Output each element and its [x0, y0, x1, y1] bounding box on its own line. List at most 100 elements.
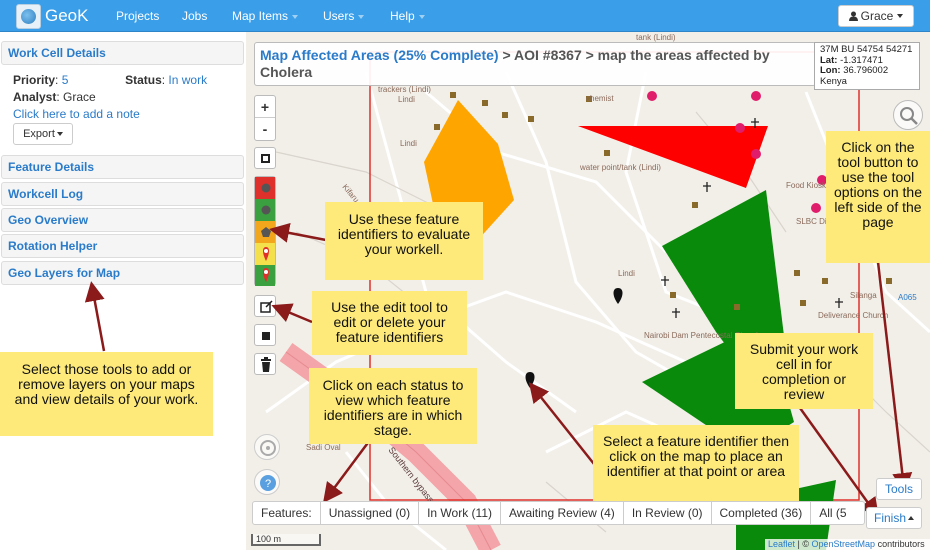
note-layers: Select those tools to add or remove laye…	[0, 352, 213, 436]
help-icon[interactable]: ?	[254, 469, 280, 495]
nav-projects[interactable]: Projects	[116, 9, 159, 23]
nav-users[interactable]: Users	[323, 9, 365, 23]
chevron-down-icon	[358, 14, 365, 19]
red-feature	[578, 126, 768, 188]
status-label: Status	[125, 73, 162, 87]
geo-layers-header[interactable]: Geo Layers for Map	[1, 261, 244, 285]
tools-button[interactable]: Tools	[876, 478, 922, 500]
note-tools: Click on the tool button to use the tool…	[826, 131, 930, 263]
chevron-down-icon	[897, 14, 904, 18]
analyst-row: Analyst: Grace	[13, 90, 96, 104]
left-panel: Work Cell Details Priority: 5 Status: In…	[0, 32, 246, 550]
brand[interactable]: GeoK	[16, 3, 88, 29]
status-in-review[interactable]: In Review (0)	[624, 502, 712, 524]
chevron-down-icon	[56, 132, 63, 136]
map-label-tank-top: tank (Lindi)	[636, 33, 676, 42]
finish-button[interactable]: Finish	[866, 507, 922, 529]
crosshair-icon[interactable]	[254, 434, 280, 460]
map-label-lindi-2: Lindi	[400, 139, 417, 148]
finish-label: Finish	[873, 511, 906, 525]
map-marker-icon[interactable]	[255, 199, 275, 221]
export-button[interactable]: Export	[13, 123, 73, 145]
map-marker-icon[interactable]	[255, 243, 275, 265]
attribution-separator: | ©	[795, 539, 812, 549]
workcell-log-header[interactable]: Workcell Log	[1, 182, 244, 206]
note-status: Click on each status to view which featu…	[309, 368, 477, 444]
nav-jobs[interactable]: Jobs	[182, 9, 207, 23]
feature-identifiers-toolbar	[254, 176, 276, 286]
map-label-lindi-3: Lindi	[618, 269, 635, 278]
map-label-food-kiosk: Food Kiosk	[786, 181, 827, 190]
status-completed[interactable]: Completed (36)	[712, 502, 812, 524]
priority-label: Priority	[13, 73, 56, 87]
chevron-down-icon	[418, 14, 425, 19]
coord-country: Kenya	[820, 75, 847, 87]
nav-help-label: Help	[390, 9, 415, 23]
map-marker-icon[interactable]	[255, 177, 275, 199]
geo-overview-header[interactable]: Geo Overview	[1, 208, 244, 232]
work-cell-details-body: Priority: 5 Status: In work Analyst: Gra…	[13, 72, 239, 123]
rotation-helper-header[interactable]: Rotation Helper	[1, 234, 244, 258]
map-title-box: Map Affected Areas (25% Complete) > AOI …	[254, 42, 816, 86]
user-icon	[848, 11, 858, 21]
map-attribution: Leaflet | © OpenStreetMap contributors	[765, 539, 930, 550]
priority-value: 5	[61, 73, 69, 87]
nav-map-items-label: Map Items	[232, 9, 289, 23]
leaflet-link[interactable]: Leaflet	[768, 539, 795, 549]
feature-status-bar: Features: Unassigned (0) In Work (11) Aw…	[252, 501, 865, 525]
square-icon[interactable]	[254, 324, 276, 346]
status-features-label: Features:	[253, 502, 321, 524]
map-label-trackers: trackers (Lindi)	[378, 85, 431, 94]
osm-link[interactable]: OpenStreetMap	[812, 539, 876, 549]
export-label: Export	[23, 128, 55, 140]
map-label-chemist: chemist	[586, 94, 614, 103]
attribution-rest: contributors	[875, 539, 925, 549]
zoom-in-button[interactable]: +	[255, 96, 275, 118]
bounding-box-icon[interactable]	[254, 147, 276, 169]
nav-map-items[interactable]: Map Items	[232, 9, 299, 23]
map-label-a065: A065	[898, 293, 917, 302]
zoom-out-button[interactable]: -	[255, 118, 275, 140]
note-feature-identifiers: Use these feature identifiers to evaluat…	[325, 202, 483, 280]
chevron-up-icon	[908, 516, 914, 520]
feature-details-header[interactable]: Feature Details	[1, 155, 244, 179]
priority-status-row: Priority: 5 Status: In work	[13, 73, 208, 87]
nav-help[interactable]: Help	[390, 9, 425, 23]
add-note-link[interactable]: Click here to add a note	[13, 106, 239, 123]
trash-icon[interactable]	[254, 353, 276, 375]
map-marker-icon[interactable]	[255, 221, 275, 243]
note-edit-tool: Use the edit tool to edit or delete your…	[312, 291, 467, 355]
coord-lon-row: Lon: 36.796002	[820, 65, 914, 77]
note-select-feature: Select a feature identifier then click o…	[593, 425, 799, 501]
globe-icon	[16, 3, 41, 29]
chevron-down-icon	[292, 14, 299, 19]
scale-bar: 100 m	[251, 534, 321, 546]
status-in-work[interactable]: In Work (11)	[419, 502, 501, 524]
zoom-control: + -	[254, 95, 276, 141]
analyst-label: Analyst	[13, 90, 57, 104]
user-menu-button[interactable]: Grace	[838, 5, 914, 27]
coord-lat-label: Lat:	[820, 54, 838, 66]
analyst-value: Grace	[63, 90, 96, 104]
job-title-link[interactable]: Map Affected Areas (25% Complete)	[260, 47, 499, 63]
status-awaiting-review[interactable]: Awaiting Review (4)	[501, 502, 624, 524]
status-value: In work	[168, 73, 208, 87]
edit-icon[interactable]	[254, 295, 276, 317]
map-marker-icon[interactable]	[255, 265, 275, 286]
map-label-deliverance: Deliverance Church	[818, 311, 888, 320]
coord-lon: 36.796002	[843, 65, 889, 76]
nav-users-label: Users	[323, 9, 355, 23]
status-unassigned[interactable]: Unassigned (0)	[321, 502, 420, 524]
brand-name: GeoK	[45, 6, 89, 25]
note-submit: Submit your work cell in for completion …	[735, 333, 873, 409]
map-label-water-tank: water point/tank (Lindi)	[579, 163, 661, 172]
status-all[interactable]: All (5	[811, 502, 854, 524]
navbar: GeoK Projects Jobs Map Items Users Help …	[0, 0, 930, 32]
search-icon[interactable]	[893, 100, 923, 130]
coordinates-box: 37M BU 54754 54271 Lat: -1.317471 Lon: 3…	[814, 42, 920, 90]
coord-lon-label: Lon:	[820, 65, 841, 76]
map-label-sadi-oval: Sadi Oval	[306, 443, 341, 452]
work-cell-details-header[interactable]: Work Cell Details	[1, 41, 244, 65]
svg-text:?: ?	[265, 478, 271, 490]
user-name: Grace	[860, 9, 894, 23]
